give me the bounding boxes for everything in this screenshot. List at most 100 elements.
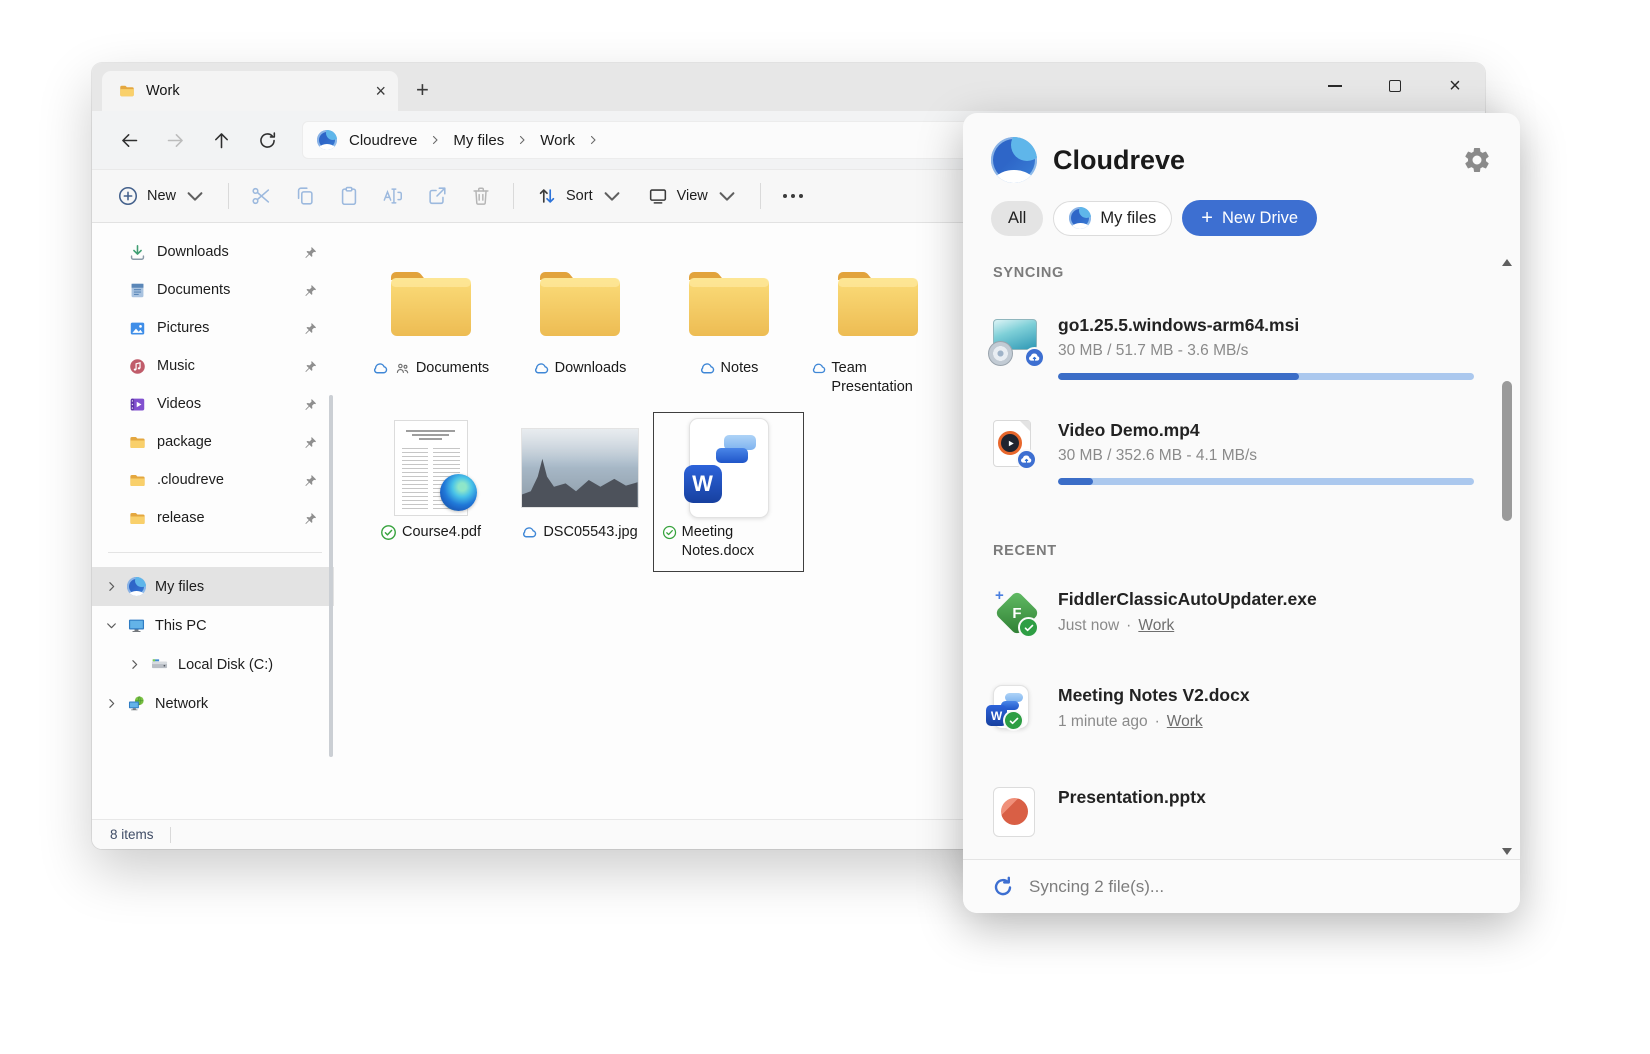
edge-browser-icon <box>440 474 477 511</box>
copy-icon <box>294 185 316 207</box>
chevron-down-icon <box>716 185 738 207</box>
cut-button[interactable] <box>240 177 282 215</box>
sort-icon <box>536 185 558 207</box>
folder-downloads[interactable]: Downloads <box>505 249 654 407</box>
new-button[interactable]: New <box>106 177 217 215</box>
recent-item-fiddler[interactable]: F + FiddlerClassicAutoUpdater.exe Just n… <box>993 589 1490 637</box>
pin-icon <box>303 321 318 336</box>
new-tab-button[interactable]: + <box>416 79 429 101</box>
up-button[interactable] <box>202 121 240 159</box>
file-name: Course4.pdf <box>402 523 481 542</box>
recent-file-name: Meeting Notes V2.docx <box>1058 685 1490 706</box>
synced-check-icon <box>380 524 397 541</box>
file-course4-pdf[interactable]: Course4.pdf <box>356 413 505 571</box>
synced-check-icon <box>662 524 677 541</box>
disk-icon <box>150 655 169 674</box>
panel-title: Cloudreve <box>1053 145 1446 176</box>
back-button[interactable] <box>110 121 148 159</box>
sidebar-item-pictures[interactable]: Pictures <box>92 309 334 347</box>
folder-name: Notes <box>721 359 759 378</box>
sidebar-item-this-pc[interactable]: This PC <box>92 606 334 645</box>
recent-location-link[interactable]: Work <box>1167 713 1203 731</box>
recent-item-meeting-notes-v2[interactable]: W Meeting Notes V2.docx 1 minute ago · W… <box>993 685 1490 731</box>
folder-icon <box>383 265 479 343</box>
file-dsc05543-jpg[interactable]: DSC05543.jpg <box>505 413 654 571</box>
folder-team-presentation[interactable]: Team Presentation <box>803 249 952 407</box>
plus-icon: + <box>1201 208 1213 228</box>
sidebar-item-documents[interactable]: Documents <box>92 271 334 309</box>
sync-file-detail: 30 MB / 51.7 MB - 3.6 MB/s <box>1058 342 1490 360</box>
rename-icon <box>382 185 404 207</box>
refresh-button[interactable] <box>248 121 286 159</box>
breadcrumb-my-files[interactable]: My files <box>453 132 504 149</box>
cloud-upload-badge-icon <box>1016 449 1037 470</box>
sidebar-item-label: Downloads <box>157 244 229 260</box>
sidebar-item-label: Pictures <box>157 320 209 336</box>
view-button-label: View <box>677 188 708 204</box>
folder-icon <box>128 509 147 528</box>
cloud-status-icon <box>372 360 389 377</box>
recent-item-presentation[interactable]: Presentation.pptx <box>993 787 1490 837</box>
share-button[interactable] <box>416 177 458 215</box>
paste-button[interactable] <box>328 177 370 215</box>
sync-item-video[interactable]: Video Demo.mp4 30 MB / 352.6 MB - 4.1 MB… <box>993 420 1490 485</box>
back-icon <box>119 130 140 151</box>
downloads-icon <box>128 243 147 262</box>
chevron-right-icon <box>587 134 599 146</box>
folder-documents[interactable]: Documents <box>356 249 505 407</box>
sidebar-item-label: Local Disk (C:) <box>178 657 273 673</box>
sidebar-item-music[interactable]: Music <box>92 347 334 385</box>
delete-button[interactable] <box>460 177 502 215</box>
minimize-button[interactable] <box>1325 76 1345 96</box>
sidebar-item-videos[interactable]: Videos <box>92 385 334 423</box>
sidebar-scrollbar[interactable] <box>329 395 333 757</box>
tab-work[interactable]: Work × <box>102 71 398 111</box>
toolbar-divider <box>228 183 229 209</box>
syncing-heading: SYNCING <box>993 265 1490 281</box>
close-button[interactable]: × <box>1445 76 1465 96</box>
more-options-button[interactable] <box>772 177 814 215</box>
gear-icon[interactable] <box>1462 145 1492 175</box>
sync-icon <box>991 875 1015 899</box>
items-count: 8 items <box>110 827 154 842</box>
folder-icon <box>118 82 136 100</box>
tab-close-icon[interactable]: × <box>375 82 386 100</box>
cloudreve-logo-icon <box>991 137 1037 183</box>
toolbar-divider <box>513 183 514 209</box>
forward-button[interactable] <box>156 121 194 159</box>
sync-file-name: Video Demo.mp4 <box>1058 420 1490 441</box>
new-drive-button[interactable]: + New Drive <box>1182 200 1317 236</box>
desktop: Work × + × Cloudreve My files Work <box>0 0 1650 1054</box>
sidebar-item-my-files[interactable]: My files <box>92 567 334 606</box>
chevron-down-icon <box>105 619 118 632</box>
sync-item-msi[interactable]: go1.25.5.windows-arm64.msi 30 MB / 51.7 … <box>993 315 1490 380</box>
folder-notes[interactable]: Notes <box>654 249 803 407</box>
panel-scrollbar-thumb[interactable] <box>1502 381 1512 521</box>
file-meeting-notes-docx[interactable]: W Meeting Notes.docx <box>654 413 803 571</box>
breadcrumb-cloudreve[interactable]: Cloudreve <box>349 132 417 149</box>
sort-button[interactable]: Sort <box>525 177 634 215</box>
cloudreve-logo-icon <box>317 130 337 150</box>
copy-button[interactable] <box>284 177 326 215</box>
pin-icon <box>303 511 318 526</box>
scroll-down-arrow-icon[interactable] <box>1502 848 1512 855</box>
rename-button[interactable] <box>372 177 414 215</box>
view-button[interactable]: View <box>636 177 749 215</box>
sidebar-item-package[interactable]: package <box>92 423 334 461</box>
sidebar-item-release[interactable]: release <box>92 499 334 537</box>
maximize-button[interactable] <box>1385 76 1405 96</box>
music-icon <box>128 357 147 376</box>
breadcrumb-work[interactable]: Work <box>540 132 575 149</box>
sidebar-item-network[interactable]: Network <box>92 684 334 723</box>
pin-icon <box>303 359 318 374</box>
cloud-status-icon <box>811 360 827 377</box>
sidebar-item-downloads[interactable]: Downloads <box>92 233 334 271</box>
sidebar-item-local-disk-c[interactable]: Local Disk (C:) <box>92 645 334 684</box>
more-icon <box>783 194 803 198</box>
recent-location-link[interactable]: Work <box>1138 617 1174 635</box>
sidebar-item-cloudreve[interactable]: .cloudreve <box>92 461 334 499</box>
drive-filter-row: All My files + New Drive <box>991 200 1492 236</box>
scroll-up-arrow-icon[interactable] <box>1502 259 1512 266</box>
filter-all-chip[interactable]: All <box>991 201 1043 236</box>
filter-my-files-chip[interactable]: My files <box>1053 201 1172 236</box>
